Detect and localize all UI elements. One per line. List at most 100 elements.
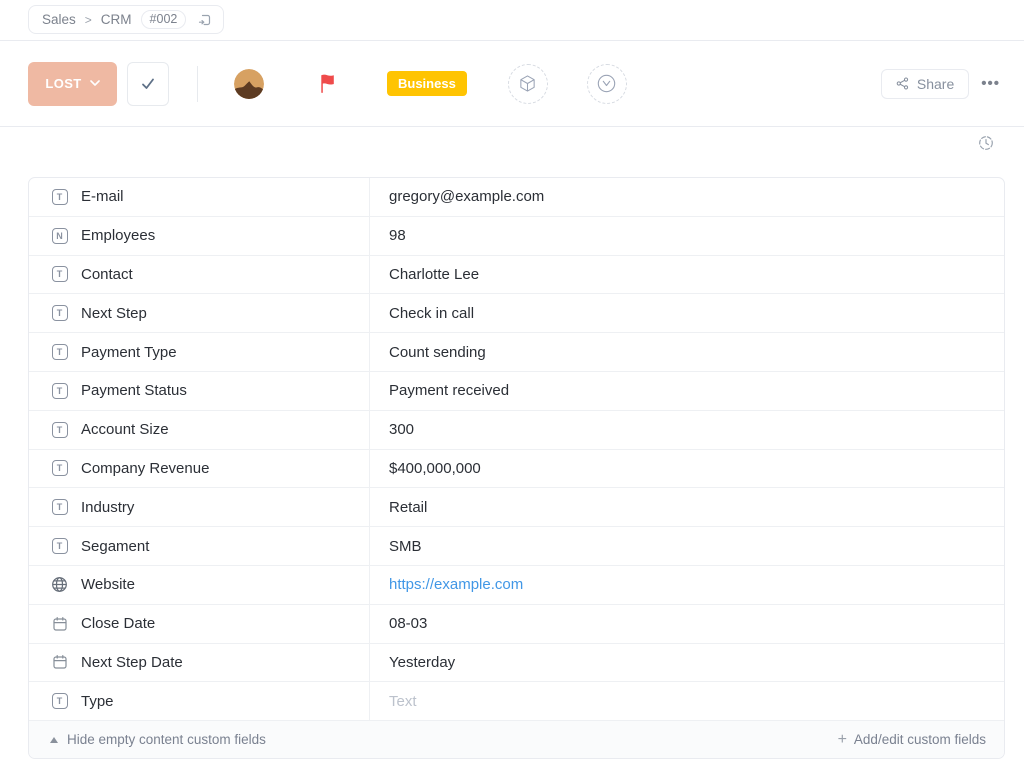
hide-empty-fields-label: Hide empty content custom fields xyxy=(67,732,266,747)
priority-flag-icon[interactable] xyxy=(319,73,336,94)
add-edit-fields-button[interactable]: + Add/edit custom fields xyxy=(838,731,986,749)
custom-fields-panel: T E-mail gregory@example.com N Employees… xyxy=(28,177,1005,759)
field-row: T E-mail gregory@example.com xyxy=(29,178,1004,217)
field-label-cell[interactable]: Next Step Date xyxy=(29,644,370,682)
field-label: Type xyxy=(81,693,114,710)
field-row: T Company Revenue $400,000,000 xyxy=(29,450,1004,489)
field-value[interactable]: Retail xyxy=(370,488,1004,526)
time-estimate-icon[interactable] xyxy=(978,135,994,156)
text-field-icon: T xyxy=(51,266,68,282)
date-field-icon xyxy=(51,616,68,632)
field-label-cell[interactable]: T Payment Type xyxy=(29,333,370,371)
tag-business[interactable]: Business xyxy=(387,71,467,96)
field-value[interactable]: Payment received xyxy=(370,372,1004,410)
dependencies-button[interactable] xyxy=(508,64,548,104)
field-row: T Account Size 300 xyxy=(29,411,1004,450)
text-field-icon: T xyxy=(51,460,68,476)
field-value[interactable]: Check in call xyxy=(370,294,1004,332)
field-value[interactable]: $400,000,000 xyxy=(370,450,1004,488)
field-label: Segament xyxy=(81,538,149,555)
field-row: Close Date 08-03 xyxy=(29,605,1004,644)
share-icon xyxy=(896,77,909,90)
top-bar: Sales > CRM #002 xyxy=(0,0,1024,41)
field-label: Close Date xyxy=(81,615,155,632)
more-options-button[interactable]: ••• xyxy=(981,75,1000,92)
field-label: Website xyxy=(81,576,135,593)
breadcrumb-item-crm[interactable]: CRM xyxy=(101,12,132,27)
assignee-avatar[interactable] xyxy=(234,69,264,99)
website-field-icon xyxy=(51,576,68,593)
field-label: Next Step Date xyxy=(81,654,183,671)
text-field-icon: T xyxy=(51,305,68,321)
field-row: T Next Step Check in call xyxy=(29,294,1004,333)
popout-icon[interactable] xyxy=(195,10,215,30)
field-value[interactable]: gregory@example.com xyxy=(370,178,1004,216)
field-label: E-mail xyxy=(81,188,124,205)
text-field-icon: T xyxy=(51,499,68,515)
field-row: T Payment Type Count sending xyxy=(29,333,1004,372)
field-label-cell[interactable]: T Next Step xyxy=(29,294,370,332)
complete-task-button[interactable] xyxy=(127,62,169,106)
field-label: Industry xyxy=(81,499,134,516)
task-id-badge[interactable]: #002 xyxy=(141,10,187,29)
field-value[interactable]: 300 xyxy=(370,411,1004,449)
plus-icon: + xyxy=(838,731,847,749)
field-value[interactable]: https://example.com xyxy=(370,566,1004,604)
field-label-cell[interactable]: T Industry xyxy=(29,488,370,526)
field-row: Next Step Date Yesterday xyxy=(29,644,1004,683)
field-label: Payment Status xyxy=(81,382,187,399)
field-value[interactable]: Charlotte Lee xyxy=(370,256,1004,294)
checkmark-icon xyxy=(139,75,157,93)
field-row: T Contact Charlotte Lee xyxy=(29,256,1004,295)
field-row: Website https://example.com xyxy=(29,566,1004,605)
field-label: Employees xyxy=(81,227,155,244)
hide-empty-fields-button[interactable]: Hide empty content custom fields xyxy=(50,732,266,747)
v-circle-icon xyxy=(596,73,617,94)
share-button[interactable]: Share xyxy=(881,69,969,99)
field-label-cell[interactable]: Close Date xyxy=(29,605,370,643)
text-field-icon: T xyxy=(51,538,68,554)
field-label: Account Size xyxy=(81,421,169,438)
toolbar-divider xyxy=(197,66,198,102)
task-toolbar: LOST Business xyxy=(0,41,1024,127)
text-field-icon: T xyxy=(51,189,68,205)
version-button[interactable] xyxy=(587,64,627,104)
field-value[interactable]: Text xyxy=(370,682,1004,720)
text-field-icon: T xyxy=(51,344,68,360)
text-field-icon: T xyxy=(51,693,68,709)
custom-fields-footer: Hide empty content custom fields + Add/e… xyxy=(29,721,1004,758)
field-label: Contact xyxy=(81,266,133,283)
field-value[interactable]: SMB xyxy=(370,527,1004,565)
number-field-icon: N xyxy=(51,228,68,244)
breadcrumb-item-sales[interactable]: Sales xyxy=(42,12,76,27)
field-row: N Employees 98 xyxy=(29,217,1004,256)
field-label: Next Step xyxy=(81,305,147,322)
field-label-cell[interactable]: T Company Revenue xyxy=(29,450,370,488)
breadcrumb-separator: > xyxy=(85,13,92,27)
field-label: Payment Type xyxy=(81,344,177,361)
field-row: T Type Text xyxy=(29,682,1004,721)
field-value[interactable]: Yesterday xyxy=(370,644,1004,682)
field-label-cell[interactable]: T Contact xyxy=(29,256,370,294)
field-value[interactable]: 98 xyxy=(370,217,1004,255)
tag-label: Business xyxy=(398,76,456,91)
field-label-cell[interactable]: T Account Size xyxy=(29,411,370,449)
add-edit-fields-label: Add/edit custom fields xyxy=(854,732,986,747)
collapse-arrow-icon xyxy=(50,737,58,743)
field-label-cell[interactable]: T Segament xyxy=(29,527,370,565)
field-label: Company Revenue xyxy=(81,460,209,477)
chevron-down-icon xyxy=(90,80,100,87)
field-label-cell[interactable]: T Payment Status xyxy=(29,372,370,410)
field-label-cell[interactable]: T E-mail xyxy=(29,178,370,216)
field-label-cell[interactable]: Website xyxy=(29,566,370,604)
field-value[interactable]: Count sending xyxy=(370,333,1004,371)
text-field-icon: T xyxy=(51,422,68,438)
status-dropdown-button[interactable]: LOST xyxy=(28,62,117,106)
field-label-cell[interactable]: T Type xyxy=(29,682,370,720)
field-row: T Segament SMB xyxy=(29,527,1004,566)
task-content: T E-mail gregory@example.com N Employees… xyxy=(0,127,1024,767)
field-value[interactable]: 08-03 xyxy=(370,605,1004,643)
field-label-cell[interactable]: N Employees xyxy=(29,217,370,255)
status-label: LOST xyxy=(45,76,81,91)
share-label: Share xyxy=(917,76,954,92)
